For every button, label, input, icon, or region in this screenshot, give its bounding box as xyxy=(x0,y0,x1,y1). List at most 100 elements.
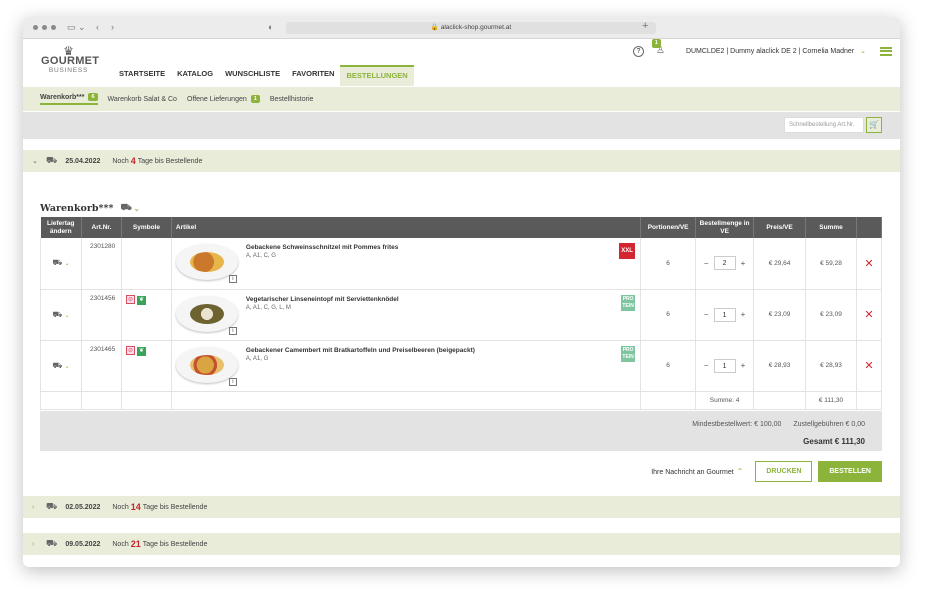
chevron-down-icon[interactable]: ⌄ xyxy=(134,204,140,213)
row-quantity: −1 + xyxy=(695,340,755,392)
col-preis: Preis/VE xyxy=(753,217,807,238)
subnav-warenkorb-salat[interactable]: Warenkorb Salat & Co xyxy=(108,96,177,103)
row-article: i Gebackener Camembert mit Bratkartoffel… xyxy=(171,340,642,392)
message-toggle[interactable]: Ihre Nachricht an Gourmet ⌃ xyxy=(651,467,743,476)
day-suffix: Tage bis Bestellende xyxy=(142,540,208,548)
row-artnr: 2301456 xyxy=(81,289,122,341)
delete-icon[interactable]: ✕ xyxy=(856,289,883,341)
quantity-input[interactable]: 1 xyxy=(713,358,736,373)
change-delivery-day[interactable]: ⛟ ⌄ xyxy=(40,340,82,392)
plus-icon[interactable]: + xyxy=(741,259,746,268)
row-symbols xyxy=(121,238,172,290)
subnav-warenkorb[interactable]: Warenkorb*** 6 xyxy=(40,93,98,105)
table-row: ⛟ ⌄ 2301280 i Gebackene Schweinsschnitze… xyxy=(40,238,883,290)
sidebar-toggle-icon[interactable]: ▭ ⌄ xyxy=(67,22,86,33)
quantity-input[interactable]: 1 xyxy=(713,307,736,322)
truck-icon: ⛟ xyxy=(52,258,63,268)
menu-icon[interactable] xyxy=(880,46,892,56)
day-suffix: Tage bis Bestellende xyxy=(142,503,208,511)
row-symbols: ⊘ ❦ xyxy=(121,340,172,392)
forward-icon[interactable]: › xyxy=(111,22,114,32)
header-right: ? ♙ 1 DUMCLDE2 | Dummy alaclick DE 2 | Co… xyxy=(632,39,892,57)
nav-startseite[interactable]: STARTSEITE xyxy=(113,65,171,86)
table-row: ⛟ ⌄ 2301456 ⊘ ❦ i Vegetarischer Linsenein… xyxy=(40,289,883,341)
order-button[interactable]: BESTELLEN xyxy=(818,461,882,482)
product-name[interactable]: Gebackene Schweinsschnitzel mit Pommes f… xyxy=(246,244,398,251)
truck-icon: ⛟ xyxy=(52,360,63,370)
truck-icon[interactable]: ⛟ xyxy=(120,202,131,214)
row-price: € 29,64 xyxy=(753,238,807,290)
subnav-label: Warenkorb Salat & Co xyxy=(107,95,177,103)
day-prefix: Noch xyxy=(112,540,129,548)
minus-icon[interactable]: − xyxy=(704,361,709,370)
truck-icon: ⛟ xyxy=(46,538,58,548)
minus-icon[interactable]: − xyxy=(704,259,709,268)
row-price: € 23,09 xyxy=(753,289,807,341)
row-price: € 28,93 xyxy=(753,340,807,392)
window-controls[interactable] xyxy=(33,25,56,30)
quick-order-input[interactable]: Schnellbestellung Art.Nr. xyxy=(784,117,864,133)
plus-icon[interactable]: + xyxy=(741,361,746,370)
privacy-icon: ◐ xyxy=(268,22,274,32)
subnav-offene-lieferungen[interactable]: Offene Lieferungen 1 xyxy=(187,95,260,103)
url-bar[interactable]: 🔒 alaclick-shop.gourmet.at xyxy=(286,22,656,34)
main-nav: STARTSEITE KATALOG WUNSCHLISTE FAVORITEN… xyxy=(113,65,414,86)
min-order-value: Mindestbestellwert: € 100,00 xyxy=(692,421,782,428)
order-summary: Mindestbestellwert: € 100,00 Zustellgebüh… xyxy=(40,411,882,451)
day-header-1[interactable]: ⌄ ⛟ 25.04.2022 Noch 4 Tage bis Bestellen… xyxy=(23,150,900,172)
quick-order-bar: Schnellbestellung Art.Nr. 🛒 xyxy=(23,112,900,139)
nav-bestellungen[interactable]: BESTELLUNGEN xyxy=(340,65,414,86)
nav-favoriten[interactable]: FAVORITEN xyxy=(286,65,340,86)
col-artnr: Art.Nr. xyxy=(81,217,122,238)
logo[interactable]: ♛ GOURMET BUSINESS xyxy=(41,45,99,74)
chevron-down-icon[interactable]: ⌄ xyxy=(860,47,866,55)
day-header-2[interactable]: › ⛟ 02.05.2022 Noch 14 Tage bis Bestelle… xyxy=(23,496,900,518)
col-artikel: Artikel xyxy=(171,217,642,238)
chevron-right-icon[interactable]: › xyxy=(32,541,46,548)
product-name[interactable]: Vegetarischer Linseneintopf mit Serviett… xyxy=(246,296,399,303)
nav-wunschliste[interactable]: WUNSCHLISTE xyxy=(219,65,286,86)
day-date: 09.05.2022 xyxy=(65,540,101,548)
delivery-fee: Zustellgebühren € 0,00 xyxy=(793,421,865,428)
vegetarian-leaf-icon: ❦ xyxy=(136,346,146,356)
cart-user-icon[interactable]: ♙ 1 xyxy=(651,39,668,57)
product-allergens: A, A1, C, G, L, M xyxy=(245,304,291,311)
chevron-right-icon[interactable]: › xyxy=(32,504,46,511)
help-icon[interactable]: ? xyxy=(632,45,644,57)
day-count: 14 xyxy=(130,502,141,512)
day-header-3[interactable]: › ⛟ 09.05.2022 Noch 21 Tage bis Bestelle… xyxy=(23,533,900,555)
nav-katalog[interactable]: KATALOG xyxy=(171,65,219,86)
day-suffix: Tage bis Bestellende xyxy=(137,157,203,165)
change-delivery-day[interactable]: ⛟ ⌄ xyxy=(40,289,82,341)
product-name[interactable]: Gebackener Camembert mit Bratkartoffeln … xyxy=(246,347,475,354)
cart-add-icon[interactable]: 🛒 xyxy=(866,117,882,133)
delete-icon[interactable]: ✕ xyxy=(856,238,883,290)
change-delivery-day[interactable]: ⛟ ⌄ xyxy=(40,238,82,290)
cart-title: Warenkorb*** ⛟ ⌄ xyxy=(40,202,140,214)
new-tab-icon[interactable]: + xyxy=(642,20,648,32)
plus-icon[interactable]: + xyxy=(741,310,746,319)
row-quantity: −2 + xyxy=(695,238,755,290)
logo-sub: BUSINESS xyxy=(48,67,89,74)
delete-icon[interactable]: ✕ xyxy=(856,340,883,392)
table-header: Liefertag ändern Art.Nr. Symbole Artikel… xyxy=(40,217,883,238)
day-prefix: Noch xyxy=(112,503,129,511)
sum-cell-empty xyxy=(121,391,172,410)
back-icon[interactable]: ‹ xyxy=(96,22,99,32)
row-portions: 6 xyxy=(640,340,697,392)
subnav-bestellhistorie[interactable]: Bestellhistorie xyxy=(270,96,314,103)
col-liefertag: Liefertag ändern xyxy=(40,217,82,238)
truck-icon: ⛟ xyxy=(46,501,58,511)
xxl-badge: XXL xyxy=(619,243,636,259)
info-icon[interactable]: i xyxy=(228,326,237,335)
minus-icon[interactable]: − xyxy=(704,310,709,319)
info-icon[interactable]: i xyxy=(228,275,237,283)
user-account[interactable]: DUMCLDE2 | Dummy alaclick DE 2 | Corneli… xyxy=(686,48,854,55)
info-icon[interactable]: i xyxy=(228,377,237,386)
chevron-down-icon: ⌄ xyxy=(64,261,70,268)
quantity-input[interactable]: 2 xyxy=(713,256,736,271)
print-button[interactable]: DRUCKEN xyxy=(755,461,813,482)
chevron-down-icon[interactable]: ⌄ xyxy=(32,157,46,165)
cart-table: Liefertag ändern Art.Nr. Symbole Artikel… xyxy=(40,217,883,410)
sum-cell-empty xyxy=(640,391,697,410)
